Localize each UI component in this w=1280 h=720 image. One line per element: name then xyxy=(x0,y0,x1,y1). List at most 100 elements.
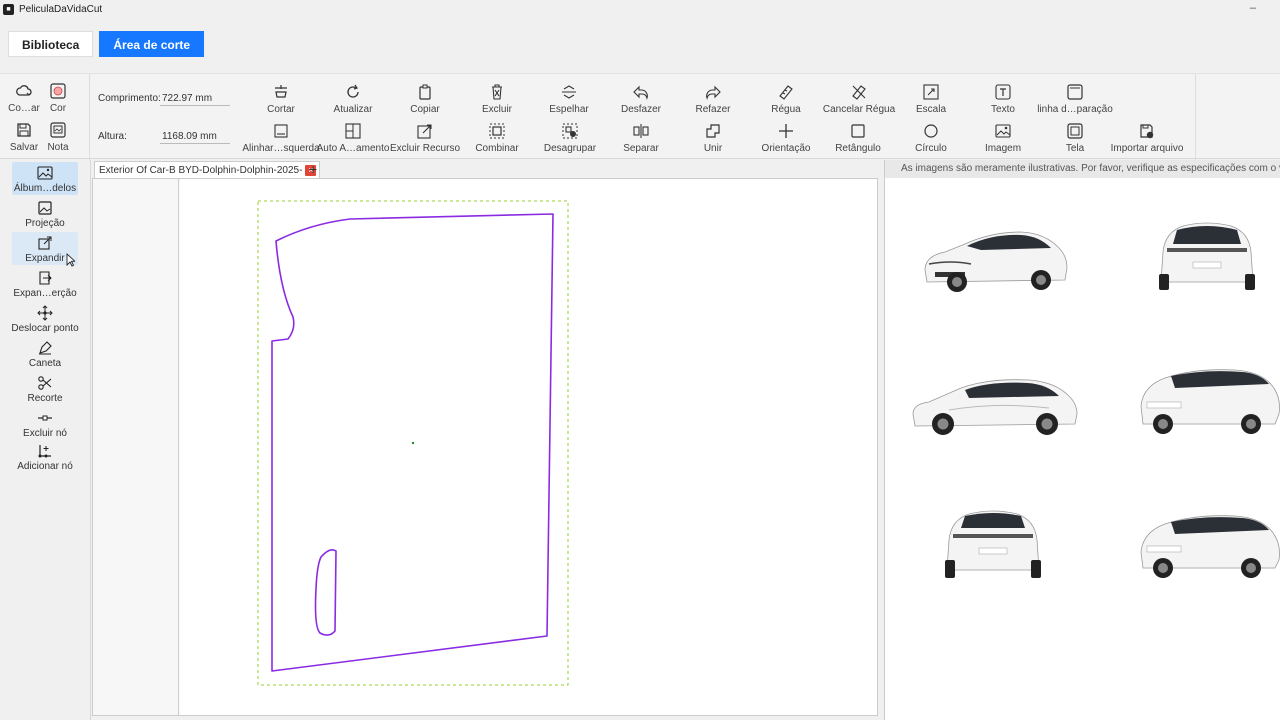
cancel-ruler-button[interactable]: Cancelar Régua xyxy=(822,83,896,115)
projection-icon xyxy=(37,200,53,216)
canvas-label: Tela xyxy=(1065,143,1085,154)
text-button[interactable]: Texto xyxy=(982,83,1024,115)
length-input[interactable] xyxy=(160,91,230,106)
image-icon xyxy=(994,122,1012,140)
color-button[interactable]: Cor xyxy=(44,82,72,114)
expand-insert-icon xyxy=(37,270,53,286)
align-left-button[interactable]: Alinhar…squerda xyxy=(242,122,320,154)
combine-label: Combinar xyxy=(475,143,519,154)
handle-cutout-outline[interactable] xyxy=(314,549,337,636)
cancel-ruler-label: Cancelar Régua xyxy=(822,104,896,115)
scissors-icon xyxy=(37,375,53,391)
separation-line-button[interactable]: linha d…paração xyxy=(1037,83,1113,115)
redo-button[interactable]: Refazer xyxy=(692,83,734,115)
canvas-icon xyxy=(1066,122,1084,140)
unite-button[interactable]: Unir xyxy=(692,122,734,154)
note-icon xyxy=(49,121,67,139)
open-label: Co…ar xyxy=(8,103,40,114)
sidebar-item-delete-node[interactable]: Excluir nó xyxy=(12,407,78,439)
scale-label: Escala xyxy=(915,104,946,115)
refresh-icon xyxy=(344,83,362,101)
image-button[interactable]: Imagem xyxy=(982,122,1024,154)
import-file-label: Importar arquivo xyxy=(1110,143,1184,154)
orientation-icon xyxy=(777,122,795,140)
orientation-button[interactable]: Orientação xyxy=(762,122,810,154)
delete-button[interactable]: Excluir xyxy=(476,83,518,115)
delete-feature-button[interactable]: Excluir Recurso xyxy=(390,122,460,154)
text-icon xyxy=(994,83,1012,101)
auto-align-button[interactable]: Auto A…amento xyxy=(317,122,389,154)
main-toolbar: Co…ar Cor Salvar Nota Comprimento: Altur… xyxy=(0,73,1280,160)
sidebar-item-scissors[interactable]: Recorte xyxy=(12,372,78,405)
sidebar-item-album[interactable]: Álbum…delos xyxy=(12,162,78,195)
car-image-rear[interactable] xyxy=(1155,218,1259,294)
expand-icon xyxy=(37,235,53,251)
delete-label: Excluir xyxy=(481,104,512,115)
mirror-label: Espelhar xyxy=(549,104,589,115)
rectangle-icon xyxy=(849,122,867,140)
sidebar-item-label: Recorte xyxy=(27,393,63,404)
car-image-rear-left[interactable] xyxy=(1135,512,1280,582)
note-label: Nota xyxy=(47,142,69,153)
note-button[interactable]: Nota xyxy=(44,121,72,153)
save-icon xyxy=(15,121,33,139)
car-image-rear-straight[interactable] xyxy=(941,506,1045,582)
length-label: Comprimento: xyxy=(98,93,161,104)
mirror-button[interactable]: Espelhar xyxy=(547,83,591,115)
cut-button[interactable]: Cortar xyxy=(260,83,302,115)
drawing-canvas[interactable] xyxy=(180,179,877,715)
import-file-icon xyxy=(1138,122,1156,140)
tab-area-de-corte[interactable]: Área de corte xyxy=(99,31,205,57)
save-button[interactable]: Salvar xyxy=(8,121,40,153)
tab-biblioteca[interactable]: Biblioteca xyxy=(8,31,94,57)
import-file-button[interactable]: Importar arquivo xyxy=(1110,122,1184,154)
sidebar-item-label: Caneta xyxy=(28,358,62,369)
sidebar-item-label: Deslocar ponto xyxy=(11,323,79,334)
car-image-front-left[interactable] xyxy=(921,224,1071,294)
cut-icon xyxy=(272,83,290,101)
align-left-label: Alinhar…squerda xyxy=(242,143,320,154)
add-tab-button[interactable]: + xyxy=(309,161,317,177)
unite-icon xyxy=(704,122,722,140)
orientation-label: Orientação xyxy=(761,143,811,154)
image-label: Imagem xyxy=(984,143,1022,154)
document-tab[interactable]: Exterior Of Car-B BYD-Dolphin-Dolphin-20… xyxy=(94,161,321,178)
car-image-side[interactable] xyxy=(909,374,1081,438)
height-row: Altura: xyxy=(98,129,230,144)
separate-button[interactable]: Separar xyxy=(620,122,662,154)
sidebar-item-add-node[interactable]: Adicionar nó xyxy=(12,440,78,475)
refresh-button[interactable]: Atualizar xyxy=(331,83,375,115)
mirror-icon xyxy=(560,83,578,101)
copy-label: Copiar xyxy=(410,104,440,115)
minimize-button[interactable]: – xyxy=(1250,2,1256,14)
ungroup-icon xyxy=(561,122,579,140)
scale-button[interactable]: Escala xyxy=(910,83,952,115)
copy-button[interactable]: Copiar xyxy=(403,83,447,115)
sidebar-item-projection[interactable]: Projeção xyxy=(12,197,78,230)
undo-button[interactable]: Desfazer xyxy=(619,83,663,115)
canvas-button[interactable]: Tela xyxy=(1054,122,1096,154)
height-input[interactable] xyxy=(160,129,230,144)
color-label: Cor xyxy=(49,103,67,114)
circle-button[interactable]: Círculo xyxy=(910,122,952,154)
toolbar-separator xyxy=(1195,74,1196,160)
car-image-rear-right[interactable] xyxy=(1135,366,1280,438)
reference-image-panel: As imagens são meramente ilustrativas. P… xyxy=(884,160,1280,720)
ruler-button[interactable]: Régua xyxy=(765,83,807,115)
sidebar-item-expand-insert[interactable]: Expan…erção xyxy=(12,267,78,300)
delete-icon xyxy=(488,83,506,101)
copy-icon xyxy=(416,83,434,101)
rectangle-button[interactable]: Retângulo xyxy=(835,122,881,154)
mouse-cursor-icon xyxy=(66,253,75,267)
delete-node-icon xyxy=(37,410,53,426)
ungroup-button[interactable]: Desagrupar xyxy=(544,122,596,154)
sidebar-item-move-point[interactable]: Deslocar ponto xyxy=(11,302,79,335)
ruler-label: Régua xyxy=(771,104,801,115)
sidebar-item-pen[interactable]: Caneta xyxy=(12,337,78,370)
cut-label: Cortar xyxy=(267,104,295,115)
disclaimer-notice: As imagens são meramente ilustrativas. P… xyxy=(885,160,1280,178)
combine-button[interactable]: Combinar xyxy=(475,122,519,154)
sidebar-item-label: Projeção xyxy=(25,218,65,229)
open-cloud-button[interactable]: Co…ar xyxy=(8,82,40,114)
undo-label: Desfazer xyxy=(620,104,661,115)
